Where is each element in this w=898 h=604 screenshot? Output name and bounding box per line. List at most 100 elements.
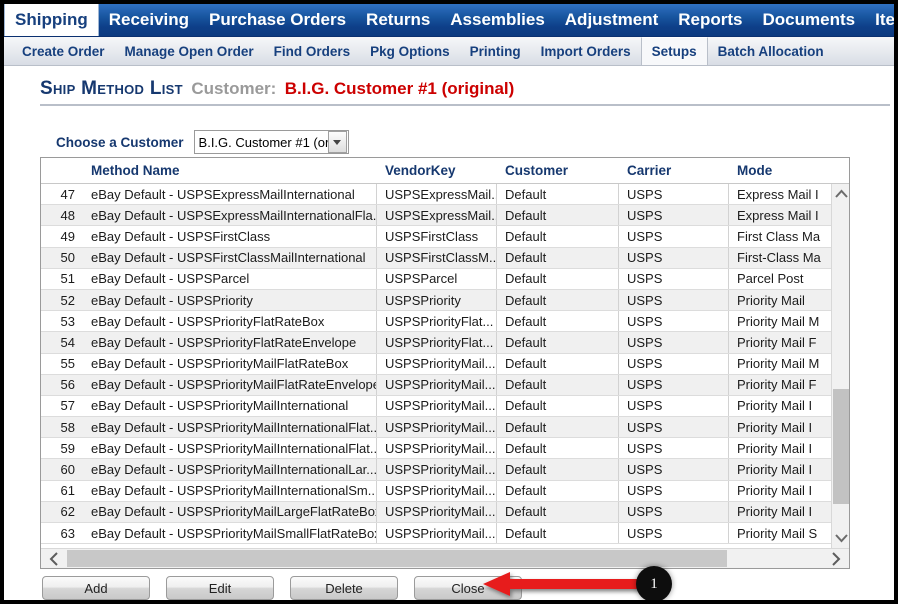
row-vendorkey: USPSFirstClassM... <box>377 247 497 268</box>
table-row[interactable]: 53 eBay Default - USPSPriorityFlatRateBox… <box>41 311 849 333</box>
table-row[interactable]: 61 eBay Default - USPSPriorityMailInterna… <box>41 480 849 502</box>
row-mode: Priority Mail F <box>729 374 834 395</box>
main-tab-documents-label: Documents <box>762 10 856 29</box>
table-row[interactable]: 62 eBay Default - USPSPriorityMailLargeFl… <box>41 501 849 523</box>
row-method-name: eBay Default - USPSPriorityMailFlatRateE… <box>83 374 377 395</box>
customer-select[interactable]: B.I.G. Customer #1 (ori <box>193 130 349 154</box>
row-index: 48 <box>60 207 75 223</box>
row-method-name: eBay Default - USPSPriorityMailInternati… <box>83 480 377 501</box>
grid-header-method-name[interactable]: Method Name <box>83 163 377 178</box>
row-vendorkey: USPSPriorityMail... <box>377 459 497 480</box>
sub-tab-import-orders[interactable]: Import Orders <box>531 37 641 65</box>
table-row[interactable]: 57 eBay Default - USPSPriorityMailInterna… <box>41 395 849 418</box>
row-index: 62 <box>60 504 75 520</box>
sub-tab-pkg-options[interactable]: Pkg Options <box>360 37 460 65</box>
row-carrier: USPS <box>619 268 729 289</box>
table-row[interactable]: 55 eBay Default - USPSPriorityMailFlatRat… <box>41 353 849 375</box>
sub-tab-import-orders-label: Import Orders <box>540 43 631 59</box>
scroll-up-icon[interactable] <box>832 184 849 204</box>
row-vendorkey: USPSFirstClass <box>377 226 497 247</box>
chevron-down-icon[interactable] <box>327 131 347 153</box>
sub-tab-manage-open-order-label: Manage Open Order <box>124 43 254 59</box>
sub-tab-batch-allocation[interactable]: Batch Allocation <box>708 37 834 65</box>
main-tab-returns[interactable]: Returns <box>356 4 440 36</box>
horizontal-scrollbar-thumb[interactable] <box>67 550 727 567</box>
main-tab-adjustment-label: Adjustment <box>564 10 659 29</box>
table-row[interactable]: 51 eBay Default - USPSParcel USPSParcel Def… <box>41 268 849 290</box>
main-tab-documents[interactable]: Documents <box>753 4 866 36</box>
table-row[interactable]: 48 eBay Default - USPSExpressMailInternat… <box>41 205 849 227</box>
row-vendorkey: USPSPriorityMail... <box>377 374 497 395</box>
vertical-scrollbar-thumb[interactable] <box>833 389 849 504</box>
sub-tab-manage-open-order[interactable]: Manage Open Order <box>115 37 264 65</box>
row-vendorkey: USPSPriority <box>377 289 497 311</box>
scroll-down-icon[interactable] <box>832 528 849 548</box>
horizontal-scrollbar[interactable] <box>41 548 849 568</box>
grid-header-carrier[interactable]: Carrier <box>619 163 729 178</box>
delete-button-label: Delete <box>325 580 363 596</box>
main-tab-adjustment[interactable]: Adjustment <box>555 4 669 36</box>
table-row[interactable]: 50 eBay Default - USPSFirstClassMailInter… <box>41 247 849 269</box>
edit-button[interactable]: Edit <box>166 576 274 600</box>
table-row[interactable]: 54 eBay Default - USPSPriorityFlatRateEnv… <box>41 332 849 354</box>
table-row[interactable]: 60 eBay Default - USPSPriorityMailInterna… <box>41 459 849 481</box>
row-customer: Default <box>497 501 619 522</box>
row-mode: Priority Mail M <box>729 311 834 332</box>
table-row[interactable]: 52 eBay Default - USPSPriority USPSPriorit… <box>41 289 849 312</box>
grid-header-mode[interactable]: Mode <box>729 163 834 178</box>
main-tab-shipping[interactable]: Shipping <box>4 4 99 36</box>
delete-button[interactable]: Delete <box>290 576 398 600</box>
table-row[interactable]: 56 eBay Default - USPSPriorityMailFlatRat… <box>41 374 849 396</box>
close-button[interactable]: Close <box>414 576 522 600</box>
table-row[interactable]: 63 eBay Default - USPSPriorityMailSmallFl… <box>41 523 849 545</box>
row-carrier: USPS <box>619 226 729 247</box>
row-index: 61 <box>60 483 75 499</box>
table-row[interactable]: 58 eBay Default - USPSPriorityMailInterna… <box>41 417 849 439</box>
row-customer: Default <box>497 417 619 438</box>
row-carrier: USPS <box>619 523 729 544</box>
table-row[interactable]: 59 eBay Default - USPSPriorityMailInterna… <box>41 438 849 460</box>
row-customer: Default <box>497 523 619 544</box>
grid-header-vendorkey[interactable]: VendorKey <box>377 163 497 178</box>
row-carrier: USPS <box>619 247 729 268</box>
main-navigation-bar: Shipping Receiving Purchase Orders Retur… <box>4 4 894 37</box>
vertical-scrollbar[interactable] <box>831 184 849 548</box>
table-row[interactable]: 47 eBay Default - USPSExpressMailInternat… <box>41 184 849 206</box>
row-method-name: eBay Default - USPSPriorityFlatRateBox <box>83 311 377 332</box>
row-mode: Priority Mail I <box>729 459 834 480</box>
sub-tab-printing[interactable]: Printing <box>460 37 531 65</box>
row-mode: Express Mail I <box>729 184 834 205</box>
sub-tab-create-order[interactable]: Create Order <box>12 37 115 65</box>
row-index: 53 <box>60 313 75 329</box>
sub-tab-find-orders[interactable]: Find Orders <box>264 37 361 65</box>
row-vendorkey: USPSPriorityMail... <box>377 353 497 374</box>
main-tab-receiving-label: Receiving <box>108 10 190 29</box>
main-tab-purchase-orders[interactable]: Purchase Orders <box>199 4 356 36</box>
main-tab-purchase-orders-label: Purchase Orders <box>209 10 347 29</box>
sub-tab-setups[interactable]: Setups <box>640 37 708 65</box>
scroll-left-icon[interactable] <box>41 549 67 568</box>
row-method-name: eBay Default - USPSParcel <box>83 268 377 289</box>
row-mode: Priority Mail S <box>729 523 834 544</box>
add-button[interactable]: Add <box>42 576 150 600</box>
sub-tab-create-order-label: Create Order <box>22 43 105 59</box>
row-mode: Priority Mail F <box>729 332 834 353</box>
row-customer: Default <box>497 438 619 459</box>
row-customer: Default <box>497 247 619 268</box>
main-tab-shipping-label: Shipping <box>15 10 88 29</box>
row-customer: Default <box>497 332 619 353</box>
table-row[interactable]: 49 eBay Default - USPSFirstClass USPSFirst… <box>41 226 849 248</box>
main-tab-assemblies[interactable]: Assemblies <box>440 4 555 36</box>
main-tab-reports[interactable]: Reports <box>668 4 752 36</box>
main-tab-receiving[interactable]: Receiving <box>99 4 199 36</box>
main-tab-items[interactable]: Items <box>865 4 894 36</box>
row-method-name: eBay Default - USPSExpressMailInternatio… <box>83 184 377 205</box>
grid-body: 47 eBay Default - USPSExpressMailInternat… <box>41 184 849 548</box>
row-index: 57 <box>60 398 75 414</box>
main-tab-reports-label: Reports <box>678 10 743 29</box>
grid-header-customer[interactable]: Customer <box>497 163 619 178</box>
scroll-right-icon[interactable] <box>823 549 849 568</box>
row-index: 55 <box>60 356 75 372</box>
row-vendorkey: USPSPriorityMail... <box>377 395 497 417</box>
row-customer: Default <box>497 395 619 417</box>
